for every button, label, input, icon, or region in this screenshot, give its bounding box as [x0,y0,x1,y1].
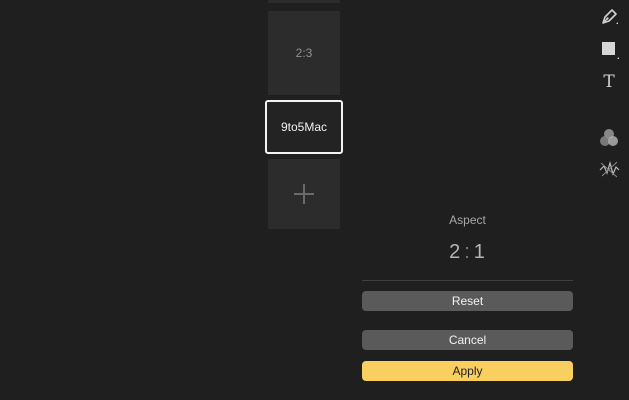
aspect-separator: : [464,241,471,263]
preset-tile-9to5mac[interactable]: 9to5Mac [265,100,343,154]
apply-button[interactable]: Apply [362,361,573,381]
divider [362,280,573,281]
plus-icon [294,184,314,204]
pen-icon [602,9,618,24]
aspect-label: Aspect [449,213,486,227]
noise-tool-button[interactable] [598,158,620,180]
pen-tool-button[interactable] [598,6,620,28]
text-icon: T [603,72,615,92]
noise-icon [599,160,620,178]
color-adjust-icon [600,129,618,146]
shape-tool-button[interactable] [598,38,620,60]
aspect-width[interactable]: 2 [449,241,461,263]
color-adjust-button[interactable] [598,127,620,149]
crop-editor: 2:3 9to5Mac Aspect 2:1 Reset Cancel Appl… [0,0,629,400]
aspect-value[interactable]: 2:1 [362,241,573,264]
reset-button[interactable]: Reset [362,291,573,311]
cancel-button[interactable]: Cancel [362,330,573,350]
shape-icon [602,42,619,59]
preset-label: 9to5Mac [280,120,328,134]
preset-tile-partial[interactable] [268,0,340,3]
add-preset-button[interactable] [268,159,340,229]
preset-tile-2-3[interactable]: 2:3 [268,11,340,95]
text-tool-button[interactable]: T [598,71,620,93]
aspect-height[interactable]: 1 [474,241,486,263]
preset-label: 2:3 [295,46,313,60]
